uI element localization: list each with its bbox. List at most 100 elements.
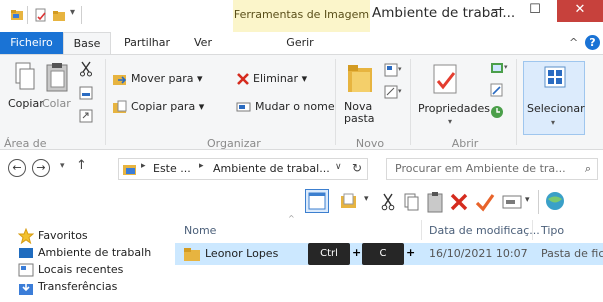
search-icon: ⌕ [584, 162, 591, 175]
svg-text:▾: ▾ [504, 63, 508, 71]
rename-label: Mudar o nome [255, 100, 335, 113]
copy-to-icon [112, 100, 128, 114]
rename-icon [236, 101, 252, 113]
column-divider[interactable] [421, 220, 422, 240]
rename-icon[interactable] [502, 194, 522, 210]
nav-item-downloads[interactable]: Transferências [38, 278, 117, 296]
new-group-label: Novo [355, 137, 385, 150]
easy-access-icon[interactable]: ▾ [384, 85, 402, 99]
address-row: ← → ▾ ↑ ▸ Este ... ▸ Ambiente de trabal.… [0, 150, 603, 186]
breadcrumb-this-pc[interactable]: Este ... [153, 162, 191, 175]
organize-group-label: Organizar [207, 137, 261, 150]
address-bar[interactable]: ▸ Este ... ▸ Ambiente de trabal... ∨ ↻ [118, 158, 368, 180]
close-button[interactable]: ✕ [557, 0, 603, 22]
copy-label: Copiar [8, 97, 44, 110]
tab-home[interactable]: Base [63, 32, 111, 54]
tab-share[interactable]: Partilhar [118, 32, 176, 54]
move-to-label: Mover para ▾ [131, 72, 203, 85]
ribbon-tabs: Ficheiro Base Partilhar Ver Gerir ^ ? [0, 32, 603, 54]
column-divider[interactable] [532, 220, 533, 240]
copy-to-label: Copiar para ▾ [131, 100, 205, 113]
open-icon[interactable]: ▾ [490, 61, 508, 75]
new-folder-icon[interactable] [52, 8, 66, 22]
properties-large-icon [432, 63, 462, 95]
tab-manage[interactable]: Gerir [280, 32, 320, 54]
address-dropdown-icon[interactable]: ∨ [335, 162, 342, 172]
nav-item-favorites[interactable]: Favoritos [38, 227, 88, 245]
select-button[interactable]: Selecionar ▾ [523, 61, 585, 135]
navigation-pane: Favoritos Ambiente de trabalh Locais rec… [0, 218, 170, 302]
ribbon: Copiar Colar Área de Transferência Mover… [0, 54, 603, 163]
new-item-icon[interactable]: ▾ [384, 63, 402, 77]
copy-to-button[interactable]: Copiar para ▾ [112, 97, 230, 117]
quick-toolbar: ▾ ▾ [300, 186, 603, 218]
back-button[interactable]: ← [8, 159, 26, 177]
checkmark-icon[interactable] [475, 192, 495, 212]
history-icon[interactable] [490, 105, 504, 119]
new-folder-button[interactable]: Nova pasta [342, 61, 378, 133]
properties-icon[interactable] [34, 8, 48, 22]
refresh-icon[interactable]: ↻ [352, 161, 362, 175]
search-input[interactable]: Procurar em Ambiente de tra... ⌕ [386, 158, 598, 180]
paste-button[interactable]: Colar [42, 61, 72, 133]
paste-icon [44, 61, 70, 95]
recent-locations-icon[interactable]: ▾ [60, 161, 65, 171]
svg-text:▾: ▾ [398, 87, 402, 95]
up-button[interactable]: ↑ [76, 158, 87, 173]
select-label: Selecionar [527, 102, 585, 115]
plus-sign: + [406, 246, 416, 259]
nav-item-recent-places[interactable]: Locais recentes [38, 261, 123, 279]
c-key-badge: C [362, 243, 404, 265]
minimize-button[interactable]: — [483, 0, 513, 22]
cut-icon[interactable] [381, 193, 395, 211]
chevron-down-icon: ▾ [551, 118, 556, 127]
recent-places-icon [18, 263, 34, 277]
collapse-ribbon-icon[interactable]: ^ [569, 36, 578, 49]
breadcrumb-desktop[interactable]: Ambiente de trabal... [213, 162, 330, 175]
sort-indicator-icon: ^ [288, 214, 295, 223]
divider [81, 6, 82, 24]
column-header-name[interactable]: Nome [184, 224, 216, 237]
tab-view[interactable]: Ver [188, 32, 218, 54]
svg-text:▾: ▾ [398, 65, 402, 73]
chevron-down-icon[interactable]: ▾ [364, 194, 369, 204]
move-to-icon [112, 72, 128, 86]
move-to-button[interactable]: Mover para ▾ [112, 69, 222, 89]
nav-item-desktop[interactable]: Ambiente de trabalh [38, 244, 151, 262]
folder-icon[interactable] [10, 8, 24, 22]
cut-icon[interactable] [79, 61, 93, 77]
desktop-icon [18, 246, 34, 260]
qat-dropdown-icon[interactable]: ▾ [70, 7, 75, 18]
help-icon[interactable]: ? [585, 35, 600, 50]
column-header-date[interactable]: Data de modificaç... [429, 224, 540, 237]
copy-icon[interactable] [404, 193, 420, 211]
delete-icon[interactable] [450, 193, 468, 211]
column-header-type[interactable]: Tipo [541, 224, 564, 237]
group-separator [410, 59, 411, 145]
folder-options-icon[interactable] [340, 192, 360, 210]
rename-button[interactable]: Mudar o nome [236, 97, 335, 117]
maximize-button[interactable]: ☐ [520, 0, 550, 22]
delete-label: Eliminar ▾ [253, 72, 308, 85]
copy-path-icon[interactable] [79, 86, 93, 100]
delete-button[interactable]: Eliminar ▾ [236, 69, 308, 89]
select-all-icon [544, 66, 566, 88]
paste-shortcut-icon[interactable] [79, 109, 93, 123]
properties-button[interactable]: Propriedades ▾ [418, 61, 490, 133]
edit-icon[interactable] [490, 83, 504, 97]
folder-icon [122, 162, 138, 176]
group-separator [335, 59, 336, 145]
paste-icon[interactable] [426, 191, 444, 213]
breadcrumb-separator-icon: ▸ [141, 161, 146, 171]
pane-toggle-icon[interactable] [305, 189, 329, 213]
globe-icon[interactable] [544, 190, 566, 212]
contextual-tab-label: Ferramentas de Imagem [233, 0, 370, 32]
file-name: Leonor Lopes [205, 247, 279, 260]
chevron-down-icon[interactable]: ▾ [525, 195, 530, 205]
copy-button[interactable]: Copiar [8, 61, 44, 133]
file-date: 16/10/2021 10:07 [429, 247, 528, 260]
star-icon [18, 228, 34, 244]
search-placeholder: Procurar em Ambiente de tra... [395, 162, 566, 175]
forward-button[interactable]: → [32, 159, 50, 177]
tab-file[interactable]: Ficheiro [0, 32, 63, 54]
